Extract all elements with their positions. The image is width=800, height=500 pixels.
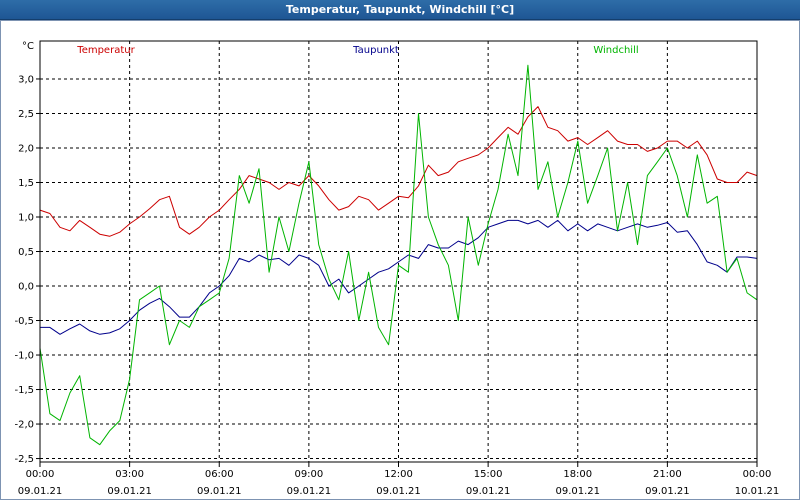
x-tick-date: 09.01.21 xyxy=(376,486,421,497)
x-tick-time: 18:00 xyxy=(563,469,592,480)
x-tick-date: 09.01.21 xyxy=(287,486,332,497)
x-tick-time: 03:00 xyxy=(115,469,144,480)
x-tick-date: 09.01.21 xyxy=(18,486,63,497)
legend-item-taupunkt: Taupunkt xyxy=(352,45,399,56)
y-tick-label: 1,5 xyxy=(18,178,34,189)
x-tick-time: 15:00 xyxy=(474,469,503,480)
y-tick-label: -2,5 xyxy=(14,454,34,465)
x-tick-time: 12:00 xyxy=(384,469,413,480)
y-tick-label: 2,5 xyxy=(18,109,34,120)
x-tick-date: 09.01.21 xyxy=(645,486,690,497)
x-tick-time: 00:00 xyxy=(743,469,772,480)
x-tick-date: 09.01.21 xyxy=(107,486,152,497)
x-tick-time: 06:00 xyxy=(205,469,234,480)
x-tick-time: 21:00 xyxy=(653,469,682,480)
y-tick-label: -2,0 xyxy=(14,420,34,431)
x-tick-date: 09.01.21 xyxy=(466,486,511,497)
y-tick-label: 0,0 xyxy=(18,282,34,293)
y-tick-label: -0,5 xyxy=(14,316,34,327)
chart-svg: 3,0 2,5 2,0 1,5 1,0 0,5 0,0 -0,5 -1,0 -1,5 -2,0 -2,… xyxy=(14,40,780,497)
y-tick-label: -1,0 xyxy=(14,351,34,362)
y-axis-label: °C xyxy=(22,41,34,52)
chart-title: Temperatur, Taupunkt, Windchill [°C] xyxy=(0,0,800,20)
x-tick-date: 09.01.21 xyxy=(555,486,600,497)
legend-item-temperatur: Temperatur xyxy=(76,45,135,56)
y-tick-label: -1,5 xyxy=(14,385,34,396)
x-tick-time: 09:00 xyxy=(294,469,323,480)
x-tick-date: 10.01.21 xyxy=(735,486,780,497)
chart-panel: 3,0 2,5 2,0 1,5 1,0 0,5 0,0 -0,5 -1,0 -1,5 -2,0 -2,… xyxy=(0,20,800,500)
x-tick-time: 00:00 xyxy=(26,469,55,480)
y-tick-label: 0,5 xyxy=(18,247,34,258)
y-tick-label: 3,0 xyxy=(18,74,34,85)
legend-item-windchill: Windchill xyxy=(593,45,638,56)
y-tick-label: 2,0 xyxy=(18,143,34,154)
x-tick-date: 09.01.21 xyxy=(197,486,242,497)
y-tick-label: 1,0 xyxy=(18,212,34,223)
